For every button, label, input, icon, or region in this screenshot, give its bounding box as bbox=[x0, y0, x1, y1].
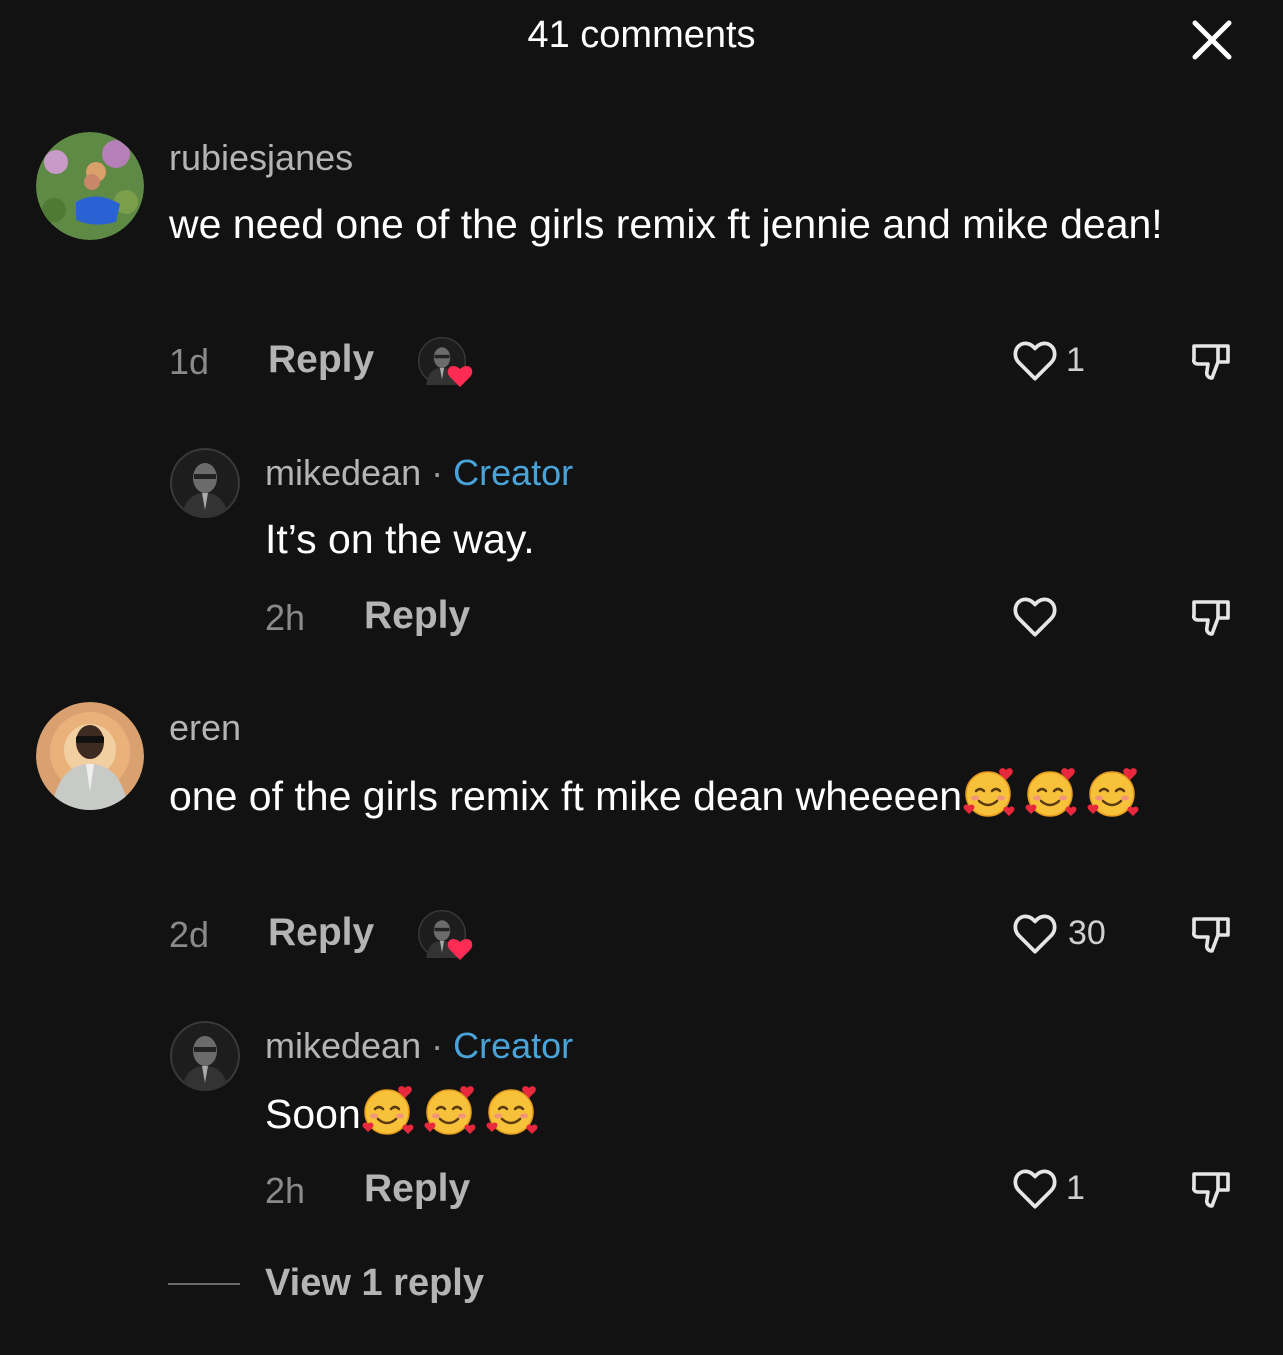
like-count: 1 bbox=[1066, 341, 1085, 379]
reply-username-row: mikedean · Creator bbox=[265, 1025, 573, 1067]
smiling-face-with-hearts-icon bbox=[423, 1082, 479, 1138]
reply-username-row: mikedean · Creator bbox=[265, 452, 573, 494]
dislike-icon[interactable] bbox=[1188, 338, 1236, 386]
reply-button[interactable]: Reply bbox=[364, 1167, 470, 1211]
avatar-mikedean[interactable] bbox=[170, 1021, 240, 1091]
avatar-mikedean[interactable] bbox=[170, 448, 240, 518]
comment-text-line: one of the girls remix ft mike dean whee… bbox=[169, 764, 1239, 827]
smiling-face-with-hearts-icon bbox=[962, 764, 1018, 820]
like-heart-icon[interactable] bbox=[1010, 336, 1060, 386]
dislike-icon[interactable] bbox=[1188, 911, 1236, 959]
reply-text: It’s on the way. bbox=[265, 516, 535, 562]
dislike-icon[interactable] bbox=[1188, 1166, 1236, 1214]
smiling-face-with-hearts-icon bbox=[1086, 764, 1142, 820]
comment-text: we need one of the girls remix ft jennie… bbox=[169, 201, 1163, 247]
view-replies-divider bbox=[168, 1283, 240, 1285]
avatar-eren[interactable] bbox=[36, 702, 144, 810]
separator-dot: · bbox=[431, 452, 444, 493]
like-count: 1 bbox=[1066, 1169, 1085, 1207]
creator-badge: Creator bbox=[453, 452, 574, 493]
avatar-rubiesjanes[interactable] bbox=[36, 132, 144, 240]
like-heart-icon[interactable] bbox=[1010, 592, 1060, 642]
dislike-icon[interactable] bbox=[1188, 594, 1236, 642]
comments-count-title: 41 comments bbox=[527, 14, 756, 56]
reply-username[interactable]: mikedean bbox=[265, 1025, 421, 1066]
comment-text: one of the girls remix ft mike dean whee… bbox=[169, 773, 963, 819]
reply-text-line: Soon bbox=[265, 1082, 547, 1145]
view-replies-button[interactable]: View 1 reply bbox=[265, 1262, 484, 1305]
reply-button[interactable]: Reply bbox=[268, 911, 374, 955]
creator-badge: Creator bbox=[453, 1025, 574, 1066]
separator-dot: · bbox=[431, 1025, 444, 1066]
reply-button[interactable]: Reply bbox=[364, 594, 470, 638]
comment-time: 1d bbox=[169, 341, 210, 382]
liked-by-creator-badge bbox=[418, 337, 476, 389]
smiling-face-with-hearts-icon bbox=[1024, 764, 1080, 820]
comment-username[interactable]: eren bbox=[169, 707, 241, 749]
reply-text: Soon bbox=[265, 1091, 361, 1137]
smiling-face-with-hearts-icon bbox=[361, 1082, 417, 1138]
comment-time: 2d bbox=[169, 914, 210, 955]
like-count: 30 bbox=[1068, 914, 1106, 952]
close-icon[interactable] bbox=[1186, 14, 1238, 66]
reply-button[interactable]: Reply bbox=[268, 338, 374, 382]
like-heart-icon[interactable] bbox=[1010, 909, 1060, 959]
comment-username[interactable]: rubiesjanes bbox=[169, 137, 353, 179]
reply-time: 2h bbox=[265, 1170, 306, 1211]
reply-time: 2h bbox=[265, 597, 306, 638]
liked-by-creator-badge bbox=[418, 910, 476, 962]
like-heart-icon[interactable] bbox=[1010, 1164, 1060, 1214]
smiling-face-with-hearts-icon bbox=[485, 1082, 541, 1138]
reply-username[interactable]: mikedean bbox=[265, 452, 421, 493]
